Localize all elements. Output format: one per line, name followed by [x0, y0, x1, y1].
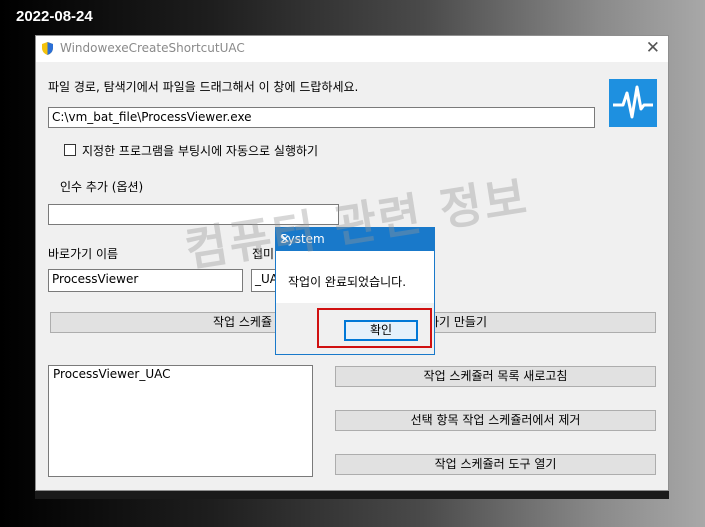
autorun-checkbox[interactable]	[64, 144, 76, 156]
remove-task-button[interactable]: 선택 항목 작업 스케쥴러에서 제거	[335, 410, 656, 431]
shortcut-name-input[interactable]: ProcessViewer	[48, 269, 243, 292]
app-pulse-icon	[609, 79, 657, 127]
suffix-label: 접미	[252, 247, 275, 261]
dialog-message: 작업이 완료되었습니다.	[288, 275, 407, 289]
window-title: WindowexeCreateShortcutUAC	[60, 41, 245, 55]
task-list[interactable]: ProcessViewer_UAC	[48, 365, 313, 477]
list-item[interactable]: ProcessViewer_UAC	[49, 366, 312, 382]
args-input[interactable]	[48, 204, 339, 225]
file-path-input[interactable]: C:\vm_bat_file\ProcessViewer.exe	[48, 107, 595, 128]
uac-shield-icon	[42, 42, 53, 55]
shortcut-name-label: 바로가기 이름	[48, 247, 119, 261]
dialog-title-bar: System ✕	[276, 228, 434, 251]
dialog-close-button[interactable]: ✕	[280, 232, 426, 246]
create-task-button-label-left: 작업 스케쥴	[213, 315, 273, 329]
instruction-label: 파일 경로, 탐색기에서 파일을 드래그해서 이 창에 드랍하세요.	[48, 80, 359, 94]
highlight-box	[317, 308, 432, 348]
window-bottom-edge	[35, 491, 669, 499]
suffix-input[interactable]: _UA	[251, 269, 277, 292]
open-scheduler-button[interactable]: 작업 스케쥴러 도구 열기	[335, 454, 656, 475]
title-bar: WindowexeCreateShortcutUAC ✕	[36, 36, 668, 62]
refresh-list-button[interactable]: 작업 스케쥴러 목록 새로고침	[335, 366, 656, 387]
args-label: 인수 추가 (옵션)	[60, 180, 144, 194]
create-task-button-label-right: 하기 만들기	[428, 315, 488, 329]
window-close-button[interactable]: ✕	[646, 38, 660, 58]
autorun-label: 지정한 프로그램을 부팅시에 자동으로 실행하기	[82, 144, 319, 158]
date-stamp: 2022-08-24	[16, 8, 93, 25]
